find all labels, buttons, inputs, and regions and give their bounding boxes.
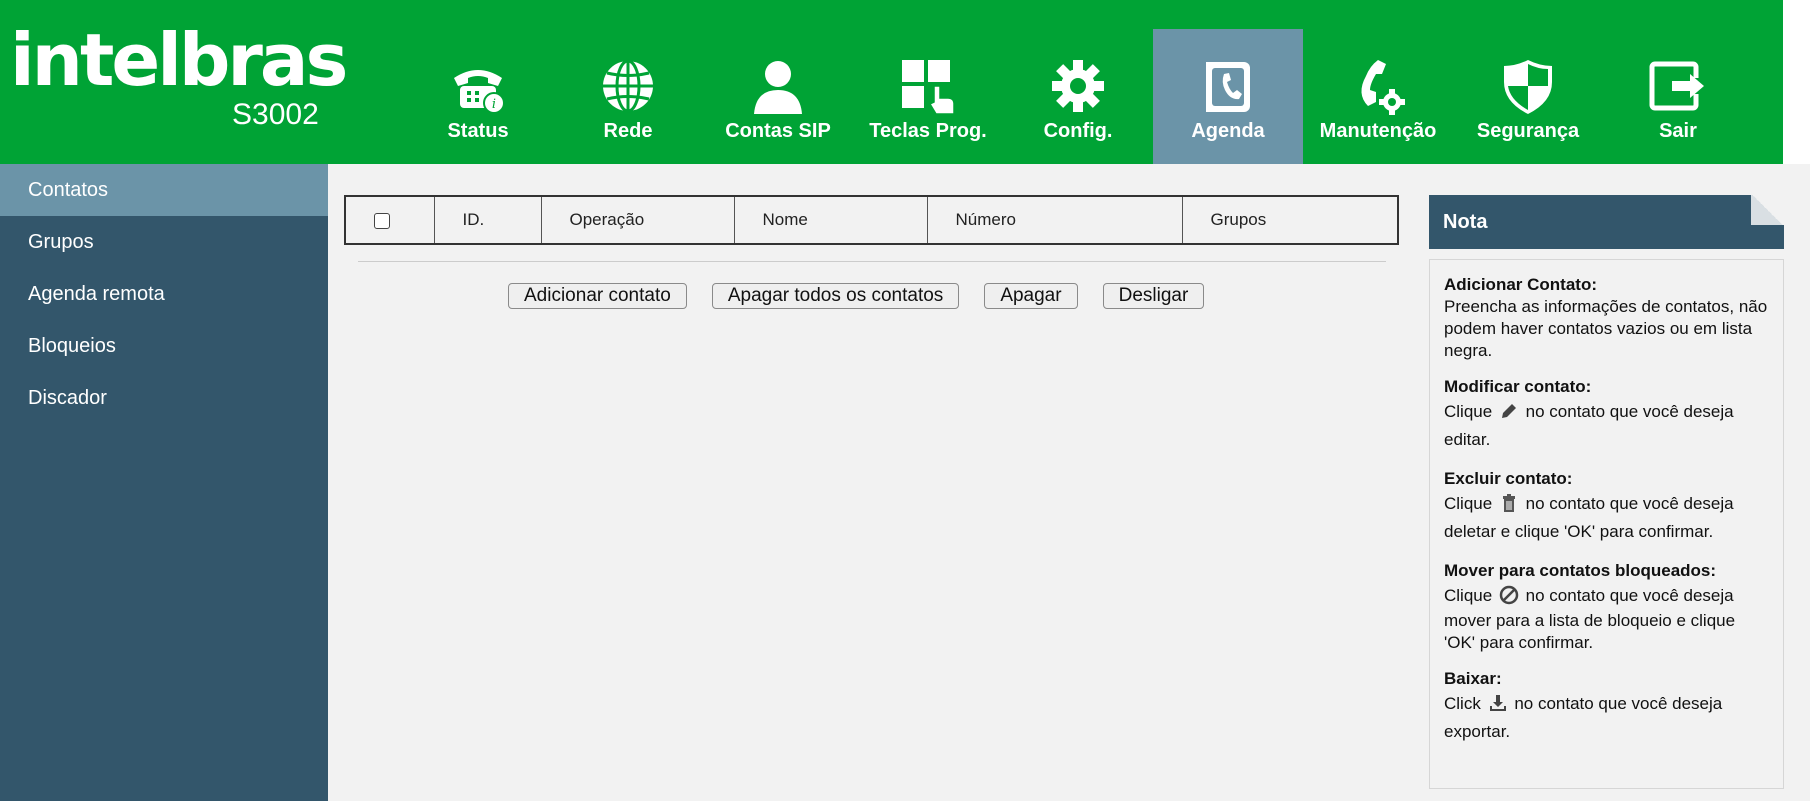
note-block-pre: Clique [1444, 586, 1493, 605]
nav-label: Config. [1043, 120, 1113, 142]
nav-label: Manutenção [1319, 120, 1437, 142]
column-header-numero[interactable]: Número [927, 197, 1183, 243]
delete-all-contacts-button[interactable]: Apagar todos os contatos [711, 283, 960, 309]
note-add-title: Adicionar Contato: [1444, 275, 1597, 294]
pencil-icon [1499, 401, 1519, 421]
note-modify-title: Modificar contato: [1444, 377, 1592, 396]
sidebar-item-discador[interactable]: Discador [0, 372, 328, 424]
note-delete-end: deletar e clique 'OK' para confirmar. [1444, 522, 1714, 541]
nav-rede[interactable]: Rede [553, 29, 703, 164]
intelbras-logo: intelbras S3002 [10, 18, 348, 131]
note-add-text: Preencha as informações de contatos, não… [1444, 297, 1768, 360]
note-block-post: no contato que você deseja [1525, 586, 1734, 605]
column-header-grupos[interactable]: Grupos [1182, 197, 1397, 243]
main-nav: i Status Rede Contas SIP Teclas Prog. Co… [403, 29, 1753, 164]
brand-name: intelbras [10, 18, 348, 102]
nav-label: Teclas Prog. [869, 120, 987, 142]
user-icon [746, 54, 810, 118]
nav-label: Status [447, 120, 509, 142]
download-icon [1488, 693, 1508, 713]
note-title: Nota [1443, 211, 1488, 233]
sidebar-item-grupos[interactable]: Grupos [0, 216, 328, 268]
phone-gear-icon [1346, 54, 1410, 118]
note-modify-pre: Clique [1444, 402, 1493, 421]
sidebar-item-contatos[interactable]: Contatos [0, 164, 328, 216]
sidebar-item-bloqueios[interactable]: Bloqueios [0, 320, 328, 372]
shield-icon [1496, 54, 1560, 118]
nav-seguranca[interactable]: Segurança [1453, 29, 1603, 164]
nav-status[interactable]: i Status [403, 29, 553, 164]
select-all-checkbox[interactable] [374, 212, 390, 229]
note-block-end: mover para a lista de bloqueio e clique … [1444, 611, 1736, 652]
exit-icon [1646, 54, 1710, 118]
nav-manutencao[interactable]: Manutenção [1303, 29, 1453, 164]
add-contact-button[interactable]: Adicionar contato [508, 283, 687, 309]
svg-text:i: i [492, 97, 496, 112]
table-header-row: ID. Operação Nome Número Grupos [346, 197, 1397, 243]
column-header-operacao[interactable]: Operação [541, 197, 735, 243]
note-delete-pre: Clique [1444, 494, 1493, 513]
note-modify-post: no contato que você deseja [1525, 402, 1734, 421]
nav-config[interactable]: Config. [1003, 29, 1153, 164]
note-delete-title: Excluir contato: [1444, 469, 1573, 488]
column-header-nome[interactable]: Nome [734, 197, 928, 243]
note-delete-section: Excluir contato: Clique no contato que v… [1444, 468, 1769, 546]
block-icon [1499, 585, 1519, 605]
top-header: intelbras S3002 i Status Rede Contas SIP [0, 0, 1783, 164]
note-download-post: no contato que você deseja [1514, 694, 1723, 713]
note-panel: Nota Adicionar Contato: Preencha as info… [1429, 195, 1784, 789]
nav-label: Agenda [1191, 120, 1265, 142]
note-delete-post: no contato que você deseja [1525, 494, 1734, 513]
phonebook-icon [1196, 54, 1260, 118]
nav-agenda[interactable]: Agenda [1153, 29, 1303, 164]
nav-teclas-prog[interactable]: Teclas Prog. [853, 29, 1003, 164]
nav-sair[interactable]: Sair [1603, 29, 1753, 164]
contacts-table: ID. Operação Nome Número Grupos [344, 195, 1399, 245]
sidebar-item-agenda-remota[interactable]: Agenda remota [0, 268, 328, 320]
keys-icon [896, 54, 960, 118]
note-block-section: Mover para contatos bloqueados: Clique n… [1444, 560, 1769, 654]
sidebar: Contatos Grupos Agenda remota Bloqueios … [0, 164, 328, 801]
nav-contas-sip[interactable]: Contas SIP [703, 29, 853, 164]
note-download-section: Baixar: Click no contato que você deseja… [1444, 668, 1769, 746]
nav-label: Sair [1659, 120, 1697, 142]
nav-label: Contas SIP [725, 120, 831, 142]
hangup-button[interactable]: Desligar [1102, 283, 1205, 309]
trash-icon [1499, 493, 1519, 513]
note-modify-end: editar. [1444, 430, 1491, 449]
select-all-cell [346, 197, 435, 243]
device-model: S3002 [232, 98, 319, 131]
note-header: Nota [1429, 195, 1784, 249]
column-header-id[interactable]: ID. [434, 197, 542, 243]
note-download-pre: Click [1444, 694, 1481, 713]
nav-label: Segurança [1476, 120, 1580, 142]
note-body: Adicionar Contato: Preencha as informaçõ… [1429, 259, 1784, 789]
note-modify-section: Modificar contato: Clique no contato que… [1444, 376, 1769, 454]
note-download-end: exportar. [1444, 722, 1511, 741]
note-block-title: Mover para contatos bloqueados: [1444, 561, 1717, 580]
delete-button[interactable]: Apagar [984, 283, 1078, 309]
note-download-title: Baixar: [1444, 669, 1502, 688]
divider [358, 261, 1386, 262]
action-buttons: Adicionar contato Apagar todos os contat… [508, 283, 1205, 309]
globe-icon [596, 54, 660, 118]
phone-info-icon: i [446, 54, 510, 118]
gear-icon [1046, 54, 1110, 118]
main-content: ID. Operação Nome Número Grupos Adiciona… [328, 164, 1810, 801]
note-add-section: Adicionar Contato: Preencha as informaçõ… [1444, 274, 1769, 362]
page-fold-decoration [1751, 195, 1784, 225]
nav-label: Rede [603, 120, 653, 142]
